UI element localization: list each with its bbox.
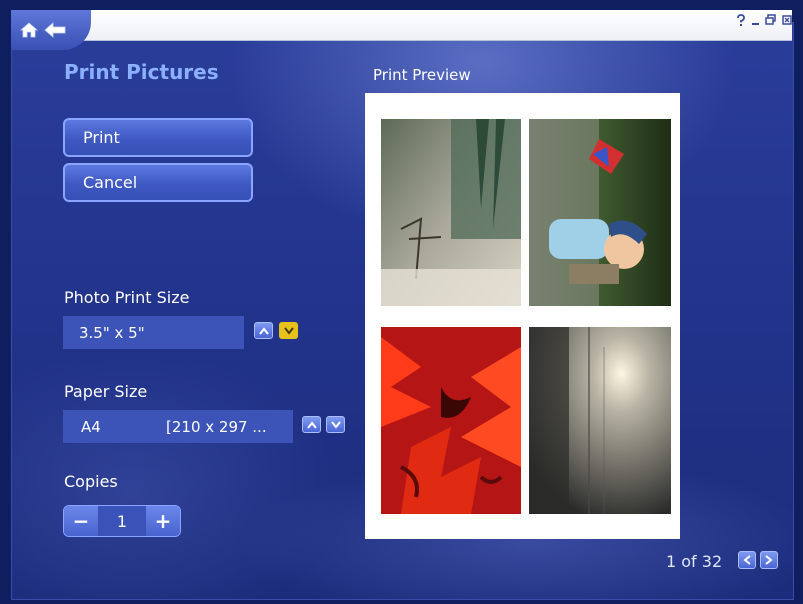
print-pictures-window: Print Pictures Print Cancel Photo Print … [0, 0, 803, 604]
paper-size-field[interactable]: A4 [210 x 297 ... [63, 410, 293, 443]
print-preview-label: Print Preview [373, 66, 471, 84]
cancel-button[interactable]: Cancel [63, 163, 253, 202]
decrement-button[interactable]: − [64, 506, 98, 536]
print-button[interactable]: Print [63, 118, 253, 157]
paper-size-dimensions: [210 x 297 ... [166, 417, 267, 436]
minimize-icon[interactable] [750, 14, 762, 26]
previous-page-arrow-icon[interactable] [738, 551, 756, 569]
restore-icon[interactable] [765, 14, 777, 26]
increment-button[interactable]: + [146, 506, 180, 536]
photo-sunset-sea [529, 327, 671, 514]
photo-child-with-pinwheel [529, 119, 671, 306]
copies-stepper: − 1 + [63, 505, 181, 537]
copies-label: Copies [64, 472, 118, 491]
photo-size-down-arrow-icon[interactable] [279, 322, 298, 339]
help-icon[interactable] [735, 14, 747, 26]
paper-size-label: Paper Size [64, 382, 148, 401]
print-preview-page [365, 93, 680, 539]
photo-print-size-field[interactable]: 3.5" x 5" [63, 316, 244, 349]
home-icon[interactable] [20, 22, 38, 38]
paper-size-up-arrow-icon[interactable] [302, 416, 321, 433]
photo-print-size-value: 3.5" x 5" [79, 323, 145, 342]
paper-size-name: A4 [81, 417, 101, 436]
photo-plant-rock [381, 119, 521, 306]
page-indicator: 1 of 32 [666, 552, 723, 571]
copies-value[interactable]: 1 [98, 506, 146, 536]
next-page-arrow-icon[interactable] [760, 551, 778, 569]
title-bar [11, 10, 792, 41]
paper-size-down-arrow-icon[interactable] [326, 416, 345, 433]
back-arrow-icon[interactable] [44, 22, 66, 38]
close-icon[interactable] [781, 14, 793, 26]
photo-red-flower [381, 327, 521, 514]
photo-size-up-arrow-icon[interactable] [254, 322, 273, 339]
page-title: Print Pictures [64, 60, 219, 84]
photo-print-size-label: Photo Print Size [64, 288, 190, 307]
